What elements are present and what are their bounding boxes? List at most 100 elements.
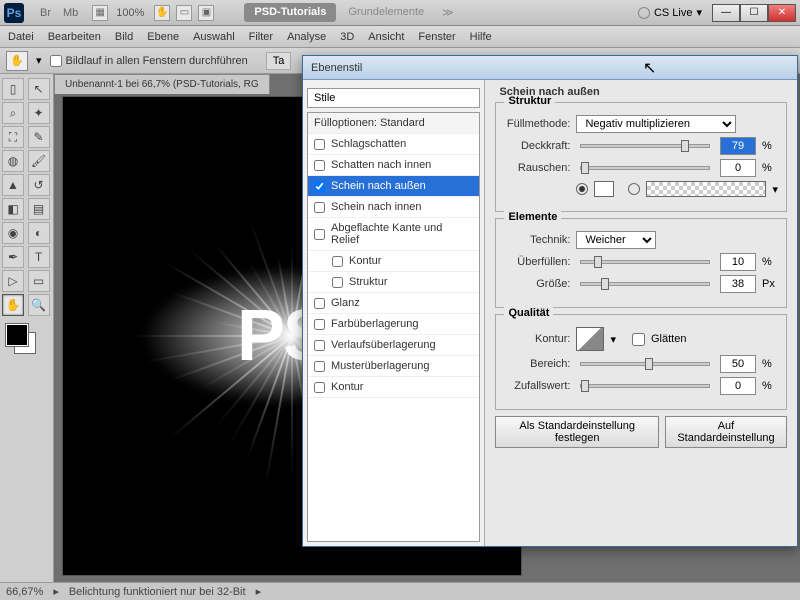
- opacity-input[interactable]: [720, 137, 756, 155]
- brush-tool[interactable]: 🖌: [28, 150, 50, 172]
- chevron-down-icon[interactable]: ▾: [772, 183, 778, 196]
- contour-label: Kontur:: [504, 333, 570, 345]
- opacity-slider[interactable]: [580, 144, 710, 148]
- path-tool[interactable]: ▷: [2, 270, 24, 292]
- doc-name[interactable]: Grundelemente: [340, 3, 432, 22]
- heal-tool[interactable]: ◍: [2, 150, 24, 172]
- crop-tool[interactable]: ⛶: [2, 126, 24, 148]
- stroke-item[interactable]: Kontur: [308, 377, 479, 398]
- make-default-button[interactable]: Als Standardeinstellung festlegen: [495, 416, 658, 448]
- anti-alias-checkbox[interactable]: [632, 333, 645, 346]
- texture-sub-item[interactable]: Struktur: [308, 272, 479, 293]
- active-doc-tab[interactable]: PSD-Tutorials: [244, 3, 336, 22]
- inner-glow-item[interactable]: Schein nach innen: [308, 197, 479, 218]
- pct-unit: %: [762, 380, 778, 392]
- status-arrow-icon[interactable]: ▸: [256, 585, 262, 598]
- menu-auswahl[interactable]: Auswahl: [193, 31, 235, 43]
- chevron-down-icon[interactable]: ▾: [36, 54, 42, 67]
- spread-input[interactable]: [720, 253, 756, 271]
- pen-tool[interactable]: ✒: [2, 246, 24, 268]
- gradient-radio[interactable]: [628, 183, 640, 195]
- lasso-tool[interactable]: ⌕: [2, 102, 24, 124]
- dialog-title: Ebenenstil: [311, 62, 362, 74]
- technique-select[interactable]: Weicher: [576, 231, 656, 249]
- move-tool[interactable]: ▯: [2, 78, 24, 100]
- blur-tool[interactable]: ◉: [2, 222, 24, 244]
- color-overlay-item[interactable]: Farbüberlagerung: [308, 314, 479, 335]
- scroll-all-checkbox[interactable]: Bildlauf in allen Fenstern durchführen: [50, 55, 248, 67]
- contour-picker[interactable]: [576, 327, 604, 351]
- dodge-tool[interactable]: ◐: [28, 222, 50, 244]
- history-tool[interactable]: ↺: [28, 174, 50, 196]
- br-tab[interactable]: Br: [36, 5, 55, 21]
- outer-glow-item[interactable]: Schein nach außen: [308, 176, 479, 197]
- dialog-titlebar[interactable]: Ebenenstil ↖: [303, 56, 797, 80]
- drop-shadow-item[interactable]: Schlagschatten: [308, 134, 479, 155]
- zoom-percent[interactable]: 100%: [116, 7, 144, 19]
- contour-sub-item[interactable]: Kontur: [308, 251, 479, 272]
- scroll-all-input[interactable]: [50, 55, 62, 67]
- chevron-down-icon[interactable]: ▾: [610, 333, 616, 346]
- menu-analyse[interactable]: Analyse: [287, 31, 326, 43]
- pattern-overlay-item[interactable]: Musterüberlagerung: [308, 356, 479, 377]
- size-input[interactable]: [720, 275, 756, 293]
- minimize-button[interactable]: —: [712, 4, 740, 22]
- close-button[interactable]: ✕: [768, 4, 796, 22]
- jitter-input[interactable]: [720, 377, 756, 395]
- qualitaet-fieldset: Qualität Kontur: ▾ Glätten Bereich: % Zu…: [495, 314, 787, 410]
- menu-bild[interactable]: Bild: [115, 31, 133, 43]
- view-icon[interactable]: ▭: [176, 5, 192, 21]
- maximize-button[interactable]: ☐: [740, 4, 768, 22]
- status-arrow-icon[interactable]: ▸: [53, 585, 59, 598]
- noise-input[interactable]: [720, 159, 756, 177]
- zoom-tool[interactable]: 🔍: [28, 294, 50, 316]
- hand-icon[interactable]: ✋: [154, 5, 170, 21]
- cursor-icon: ↖: [643, 58, 656, 78]
- color-radio[interactable]: [576, 183, 588, 195]
- satin-item[interactable]: Glanz: [308, 293, 479, 314]
- range-input[interactable]: [720, 355, 756, 373]
- menu-hilfe[interactable]: Hilfe: [470, 31, 492, 43]
- menu-datei[interactable]: Datei: [8, 31, 34, 43]
- gradient-overlay-item[interactable]: Verlaufsüberlagerung: [308, 335, 479, 356]
- stamp-tool[interactable]: ▲: [2, 174, 24, 196]
- menu-fenster[interactable]: Fenster: [418, 31, 455, 43]
- color-picker[interactable]: [594, 181, 614, 197]
- gradient-picker[interactable]: [646, 181, 766, 197]
- range-slider[interactable]: [580, 362, 710, 366]
- status-zoom[interactable]: 66,67%: [6, 586, 43, 598]
- wand-tool[interactable]: ✦: [28, 102, 50, 124]
- mb-tab[interactable]: Mb: [59, 5, 82, 21]
- zoom-icon[interactable]: ▦: [92, 5, 108, 21]
- spread-slider[interactable]: [580, 260, 710, 264]
- inner-shadow-item[interactable]: Schatten nach innen: [308, 155, 479, 176]
- eraser-tool[interactable]: ◧: [2, 198, 24, 220]
- noise-slider[interactable]: [580, 166, 710, 170]
- jitter-slider[interactable]: [580, 384, 710, 388]
- blend-options-item[interactable]: Fülloptionen: Standard: [308, 113, 479, 134]
- reset-default-button[interactable]: Auf Standardeinstellung: [665, 416, 787, 448]
- color-swatches[interactable]: [6, 324, 46, 356]
- size-slider[interactable]: [580, 282, 710, 286]
- menu-filter[interactable]: Filter: [249, 31, 273, 43]
- menu-3d[interactable]: 3D: [340, 31, 354, 43]
- blend-mode-select[interactable]: Negativ multiplizieren: [576, 115, 736, 133]
- hand-tool[interactable]: ✋: [2, 294, 24, 316]
- elemente-legend: Elemente: [504, 211, 561, 223]
- cslive[interactable]: CS Live ▾: [638, 6, 702, 19]
- marquee-tool[interactable]: ↖: [28, 78, 50, 100]
- fg-color-swatch[interactable]: [6, 324, 28, 346]
- chevron-right-icon[interactable]: ≫: [436, 3, 460, 22]
- screen-icon[interactable]: ▣: [198, 5, 214, 21]
- type-tool[interactable]: T: [28, 246, 50, 268]
- menu-bearbeiten[interactable]: Bearbeiten: [48, 31, 101, 43]
- shape-tool[interactable]: ▭: [28, 270, 50, 292]
- eyedropper-tool[interactable]: ✎: [28, 126, 50, 148]
- menu-ansicht[interactable]: Ansicht: [368, 31, 404, 43]
- bevel-item[interactable]: Abgeflachte Kante und Relief: [308, 218, 479, 251]
- ta-button[interactable]: Ta: [266, 52, 292, 70]
- menu-ebene[interactable]: Ebene: [147, 31, 179, 43]
- gradient-tool[interactable]: ▤: [28, 198, 50, 220]
- document-tab[interactable]: Unbenannt-1 bei 66,7% (PSD-Tutorials, RG: [54, 74, 270, 94]
- hand-tool-icon[interactable]: ✋: [6, 51, 28, 71]
